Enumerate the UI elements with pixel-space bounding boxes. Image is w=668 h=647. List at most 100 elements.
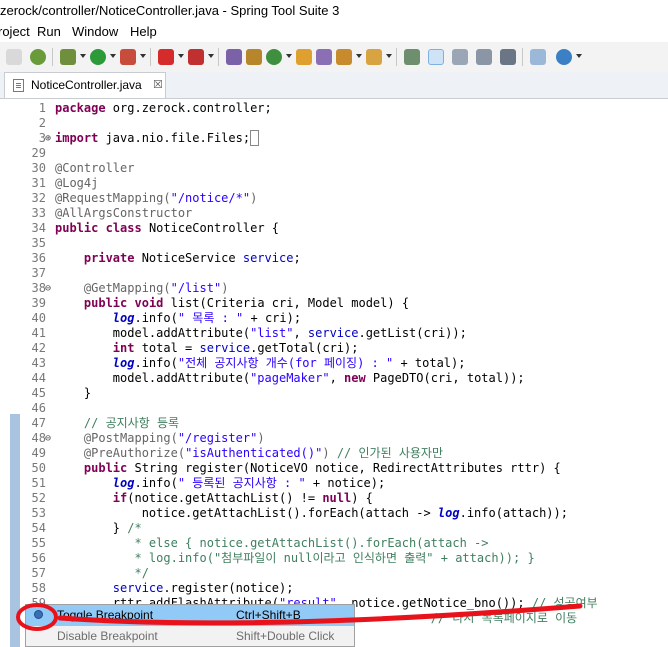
- code-line[interactable]: 37: [0, 266, 668, 281]
- code-line[interactable]: 35: [0, 236, 668, 251]
- new-wizard-icon[interactable]: [266, 49, 282, 65]
- code-line[interactable]: 39 public void list(Criteria cri, Model …: [0, 296, 668, 311]
- code-line[interactable]: 30 @Controller: [0, 161, 668, 176]
- code-line[interactable]: 32 @RequestMapping("/notice/*"): [0, 191, 668, 206]
- code-line[interactable]: 58 service.register(notice);: [0, 581, 668, 596]
- open-type-icon[interactable]: [296, 49, 312, 65]
- tab-label: NoticeController.java: [31, 78, 142, 92]
- code-line[interactable]: 52 if(notice.getAttachList() != null) {: [0, 491, 668, 506]
- open-folder-dropdown-icon[interactable]: [386, 54, 392, 58]
- code-line[interactable]: 29: [0, 146, 668, 161]
- new-class-icon[interactable]: [246, 49, 262, 65]
- code-line[interactable]: 38 ⊖ @GetMapping("/list"): [0, 281, 668, 296]
- code-text: log.info(" 목록 : " + cri);: [112, 311, 302, 325]
- toolbar-handle-icon: [6, 49, 22, 65]
- code-text: log.info("전체 공지사항 개수(for 페이징) : " + tota…: [112, 356, 466, 370]
- code-line[interactable]: 49 @PreAuthorize("isAuthenticated()") //…: [0, 446, 668, 461]
- code-line[interactable]: 46: [0, 401, 668, 416]
- code-text: * else { notice.getAttachList().forEach(…: [55, 536, 489, 550]
- line-number: 39: [31, 296, 46, 310]
- code-line[interactable]: 41 model.addAttribute("list", service.ge…: [0, 326, 668, 341]
- code-text: service.register(notice);: [112, 581, 294, 595]
- code-line[interactable]: 57 */: [0, 566, 668, 581]
- line-number: 46: [31, 401, 46, 415]
- toolbar-separator: [218, 48, 219, 66]
- spring-icon[interactable]: [30, 49, 46, 65]
- line-number: 35: [31, 236, 46, 250]
- code-line[interactable]: 53 notice.getAttachList().forEach(attach…: [0, 506, 668, 521]
- menu-run[interactable]: Run: [37, 22, 61, 42]
- line-number: 31: [31, 176, 46, 190]
- code-text: public String register(NoticeVO notice, …: [83, 461, 561, 475]
- word-wrap-icon[interactable]: [476, 49, 492, 65]
- fold-toggle-icon[interactable]: ⊖: [45, 431, 51, 446]
- debug-icon[interactable]: [60, 49, 76, 65]
- toolbar-separator: [522, 48, 523, 66]
- web-browser-icon[interactable]: [556, 49, 572, 65]
- line-number: 38: [31, 281, 46, 295]
- run-dropdown-icon[interactable]: [110, 54, 116, 58]
- menu-project[interactable]: roject: [0, 22, 30, 42]
- stop-dropdown-icon[interactable]: [178, 54, 184, 58]
- code-line[interactable]: 54 } /*: [0, 521, 668, 536]
- code-line[interactable]: 3 ⊕ import java.nio.file.Files;: [0, 130, 668, 146]
- code-text: @Log4j: [55, 176, 99, 190]
- web-browser-dropdown-icon[interactable]: [576, 54, 582, 58]
- code-line[interactable]: 2: [0, 116, 668, 131]
- new-package-icon[interactable]: [226, 49, 242, 65]
- code-text: if(notice.getAttachList() != null) {: [112, 491, 373, 505]
- code-text: } /*: [55, 521, 142, 535]
- menu-item-toggle-breakpoint[interactable]: Toggle Breakpoint Ctrl+Shift+B: [26, 605, 354, 626]
- fold-toggle-icon[interactable]: ⊕: [45, 131, 51, 146]
- code-text: public void list(Criteria cri, Model mod…: [83, 296, 410, 310]
- code-line[interactable]: 43 log.info("전체 공지사항 개수(for 페이징) : " + t…: [0, 356, 668, 371]
- tab-notice-controller[interactable]: NoticeController.java ☒: [4, 72, 166, 98]
- fold-toggle-icon[interactable]: ⊖: [45, 281, 51, 296]
- line-number: 51: [31, 476, 46, 490]
- open-folder-icon[interactable]: [366, 49, 382, 65]
- code-line[interactable]: 50 public String register(NoticeVO notic…: [0, 461, 668, 476]
- external-tools-icon[interactable]: [120, 49, 136, 65]
- run-icon[interactable]: [90, 49, 106, 65]
- line-number: 58: [31, 581, 46, 595]
- code-text: package org.zerock.controller;: [55, 101, 272, 115]
- code-line[interactable]: 40 log.info(" 목록 : " + cri);: [0, 311, 668, 326]
- block-selection-icon[interactable]: [452, 49, 468, 65]
- code-text: notice.getAttachList().forEach(attach ->…: [55, 506, 568, 520]
- stop-icon[interactable]: [158, 49, 174, 65]
- code-line[interactable]: 31 @Log4j: [0, 176, 668, 191]
- search-icon[interactable]: [336, 49, 352, 65]
- external-tools-dropdown-icon[interactable]: [140, 54, 146, 58]
- menu-item-disable-breakpoint[interactable]: Disable Breakpoint Shift+Double Click: [26, 626, 354, 647]
- code-line[interactable]: 36 private NoticeService service;: [0, 251, 668, 266]
- menu-help[interactable]: Help: [130, 22, 157, 42]
- menu-window[interactable]: Window: [72, 22, 118, 42]
- code-line[interactable]: 42 int total = service.getTotal(cri);: [0, 341, 668, 356]
- code-text: @RequestMapping("/notice/*"): [55, 191, 258, 205]
- new-wizard-dropdown-icon[interactable]: [286, 54, 292, 58]
- code-line[interactable]: 45 }: [0, 386, 668, 401]
- server-icon[interactable]: [188, 49, 204, 65]
- code-text: private NoticeService service;: [83, 251, 301, 265]
- code-line[interactable]: 51 log.info(" 등록된 공지사항 : " + notice);: [0, 476, 668, 491]
- search-dropdown-icon[interactable]: [356, 54, 362, 58]
- code-line[interactable]: 48 ⊖ @PostMapping("/register"): [0, 431, 668, 446]
- code-editor[interactable]: 1 package org.zerock.controller; 2 3 ⊕ import…: [0, 99, 668, 647]
- line-number: 50: [31, 461, 46, 475]
- code-line[interactable]: 1 package org.zerock.controller;: [0, 101, 668, 116]
- code-line[interactable]: 33 @AllArgsConstructor: [0, 206, 668, 221]
- toggle-mark-occurrences-icon[interactable]: [404, 49, 420, 65]
- code-line[interactable]: 56 * log.info("첨부파일이 null이라고 인식하면 출력" + …: [0, 551, 668, 566]
- server-dropdown-icon[interactable]: [208, 54, 214, 58]
- close-icon[interactable]: ☒: [153, 78, 163, 91]
- code-line[interactable]: 44 model.addAttribute("pageMaker", new P…: [0, 371, 668, 386]
- line-number: 32: [31, 191, 46, 205]
- next-annotation-icon[interactable]: [530, 49, 546, 65]
- open-task-icon[interactable]: [316, 49, 332, 65]
- highlight-icon[interactable]: [428, 49, 444, 65]
- show-whitespace-icon[interactable]: [500, 49, 516, 65]
- code-line[interactable]: 47 // 공지사항 등록: [0, 416, 668, 431]
- code-line[interactable]: 34 public class NoticeController {: [0, 221, 668, 236]
- code-line[interactable]: 55 * else { notice.getAttachList().forEa…: [0, 536, 668, 551]
- debug-dropdown-icon[interactable]: [80, 54, 86, 58]
